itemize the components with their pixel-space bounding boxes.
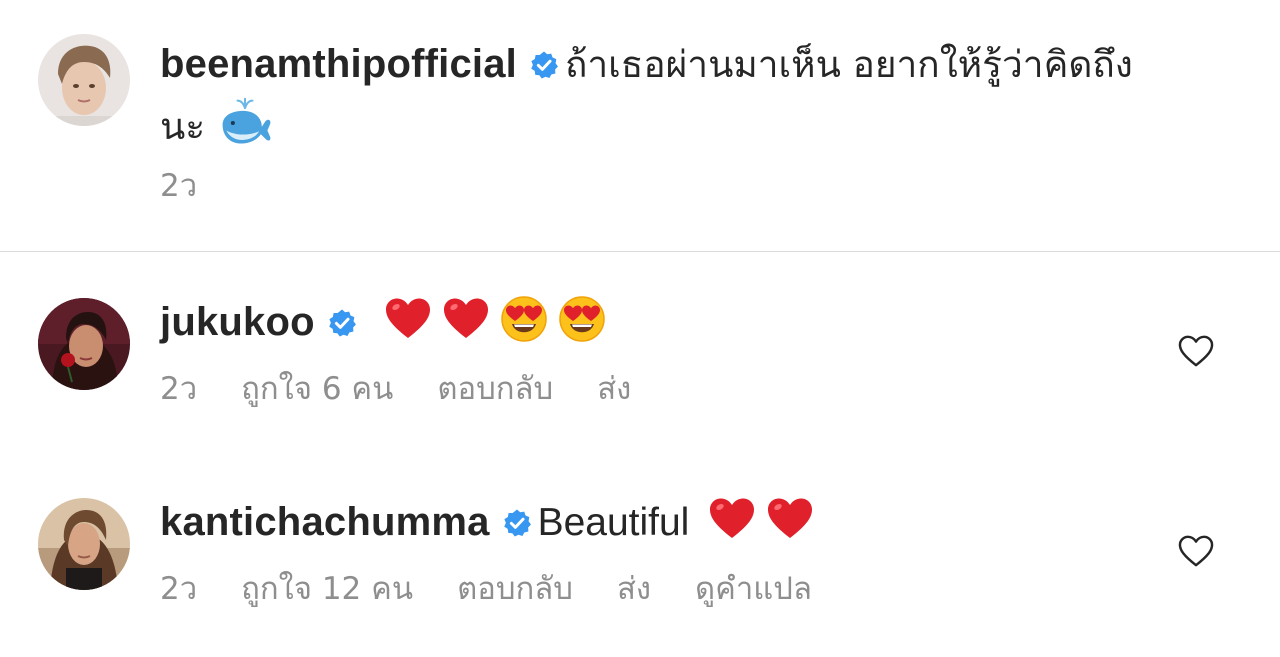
avatar-jukukoo[interactable] (38, 298, 130, 390)
caption-line-1: beenamthipofficial ถ้าเธอผ่านมาเห็น อยากใ… (160, 38, 1200, 91)
caption-text-line-1: ถ้าเธอผ่านมาเห็น อยากให้รู้ว่าคิดถึง (564, 43, 1133, 86)
spouting-whale-emoji-icon (217, 95, 273, 151)
caption-time: 2ว (160, 168, 198, 204)
red-heart-emoji-icon (707, 494, 757, 544)
reply-button[interactable]: ตอบกลับ (437, 371, 553, 407)
translate-button[interactable]: ดูคำแปล (695, 571, 812, 607)
verified-badge-icon (327, 308, 357, 338)
comment-username[interactable]: jukukoo (160, 300, 315, 344)
like-heart-icon[interactable] (1177, 534, 1215, 568)
likes-count-link[interactable]: ถูกใจ 6 คน (241, 371, 393, 407)
send-button[interactable]: ส่ง (597, 371, 631, 407)
caption-text-line-2: นะ (160, 105, 206, 148)
caption-meta: 2ว (160, 166, 241, 206)
likes-count-link[interactable]: ถูกใจ 12 คน (241, 571, 413, 607)
red-heart-emoji-icon (441, 294, 491, 344)
red-heart-emoji-icon (383, 294, 433, 344)
comment-line: kantichachumma Beautiful (160, 494, 1200, 549)
comment-time: 2ว (160, 371, 198, 407)
avatar-kantichachumma[interactable] (38, 498, 130, 590)
heart-eyes-emoji-icon (499, 294, 549, 344)
verified-badge-icon (502, 508, 532, 538)
comment: kantichachumma Beautiful 2ว ถูกใจ 12 คน ตอบ… (0, 452, 1280, 657)
heart-eyes-emoji-icon (557, 294, 607, 344)
comment: jukukoo 2ว ถูกใจ 6 คน ตอบกลับ ส่ง (0, 252, 1280, 452)
comment-username[interactable]: kantichachumma (160, 500, 490, 544)
caption-line-2: นะ (160, 95, 1200, 153)
caption: beenamthipofficial ถ้าเธอผ่านมาเห็น อยากใ… (0, 0, 1280, 251)
send-button[interactable]: ส่ง (617, 571, 651, 607)
comment-meta: 2ว ถูกใจ 6 คน ตอบกลับ ส่ง (160, 369, 675, 409)
avatar-beenamthipofficial[interactable] (38, 34, 130, 126)
red-heart-emoji-icon (765, 494, 815, 544)
caption-username[interactable]: beenamthipofficial (160, 42, 517, 86)
reply-button[interactable]: ตอบกลับ (457, 571, 573, 607)
comment-text: Beautiful (537, 501, 690, 544)
comment-meta: 2ว ถูกใจ 12 คน ตอบกลับ ส่ง ดูคำแปล (160, 569, 856, 609)
comment-line: jukukoo (160, 294, 1200, 348)
like-heart-icon[interactable] (1177, 334, 1215, 368)
verified-badge-icon (529, 50, 559, 80)
comment-time: 2ว (160, 571, 198, 607)
